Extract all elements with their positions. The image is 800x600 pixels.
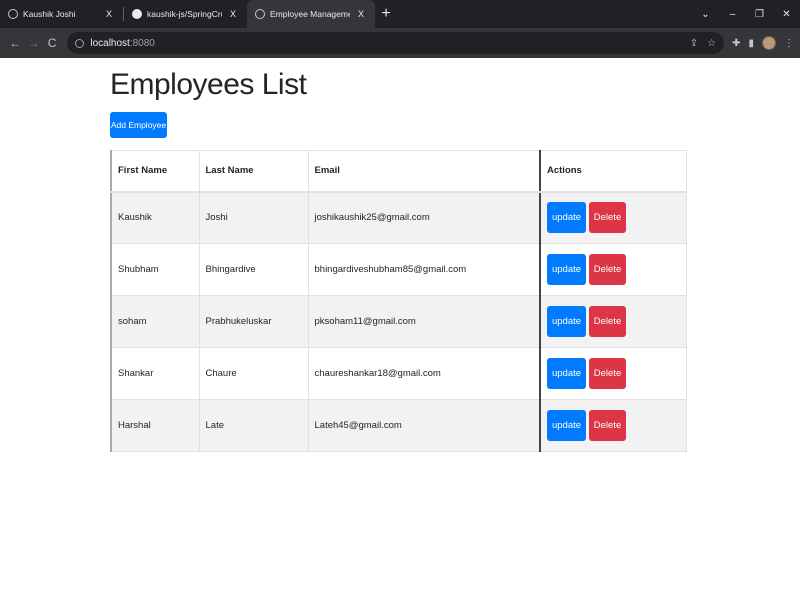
delete-button[interactable]: Delete	[589, 254, 626, 285]
cell-first-name: Harshal	[110, 399, 200, 452]
cell-actions: update Delete	[539, 243, 687, 296]
header-last-name: Last Name	[198, 150, 309, 193]
reload-button[interactable]: C	[43, 36, 61, 50]
extensions-puzzle-icon[interactable]: ✚	[732, 38, 740, 49]
cell-actions: update Delete	[539, 399, 687, 452]
delete-button[interactable]: Delete	[589, 358, 626, 389]
table-row: Harshal Late Lateh45@gmail.com update Del…	[110, 399, 687, 452]
url-port: :8080	[129, 37, 155, 49]
browser-toolbar: ← → C localhost:8080 ⇪ ☆ ✚ ▮ ⋮	[0, 28, 800, 58]
toolbar-icons: ✚ ▮ ⋮	[732, 36, 794, 50]
tab-kaushik-joshi[interactable]: Kaushik Joshi X	[0, 0, 123, 28]
tab-title: Employee Management System	[270, 9, 350, 19]
cell-email: bhingardiveshubham85@gmail.com	[307, 243, 541, 296]
cell-first-name: Kaushik	[110, 191, 200, 244]
back-button[interactable]: ←	[6, 36, 24, 50]
cell-email: chaureshankar18@gmail.com	[307, 347, 541, 400]
update-button[interactable]: update	[547, 358, 586, 389]
tab-title: Kaushik Joshi	[23, 9, 76, 19]
close-window-button[interactable]: ✕	[773, 9, 800, 20]
update-button[interactable]: update	[547, 306, 586, 337]
tab-close-button[interactable]: X	[103, 9, 115, 19]
page-title: Employees List	[110, 68, 307, 101]
update-button[interactable]: update	[547, 254, 586, 285]
cell-first-name: soham	[110, 295, 200, 348]
profile-icon	[8, 9, 18, 19]
bookmark-star-icon[interactable]: ☆	[707, 38, 716, 49]
header-actions: Actions	[539, 150, 687, 193]
cell-first-name: Shankar	[110, 347, 200, 400]
cell-actions: update Delete	[539, 191, 687, 244]
employees-table: First Name Last Name Email Actions Kaush…	[110, 150, 687, 452]
site-info-icon[interactable]	[75, 38, 85, 48]
cell-actions: update Delete	[539, 347, 687, 400]
header-first-name: First Name	[110, 150, 200, 193]
add-employee-button[interactable]: Add Employee	[110, 112, 167, 138]
header-email: Email	[307, 150, 541, 193]
delete-button[interactable]: Delete	[589, 410, 626, 441]
address-bar[interactable]: localhost:8080 ⇪ ☆	[67, 32, 725, 54]
tab-close-button[interactable]: X	[227, 9, 239, 19]
table-row: Shubham Bhingardive bhingardiveshubham85…	[110, 243, 687, 296]
table-row: Shankar Chaure chaureshankar18@gmail.com…	[110, 347, 687, 400]
cell-last-name: Joshi	[198, 191, 309, 244]
tab-title: kaushik-js/SpringCrud-Thymeleaf	[147, 9, 222, 19]
cell-first-name: Shubham	[110, 243, 200, 296]
tab-employee-management[interactable]: Employee Management System X	[247, 0, 375, 28]
globe-icon	[255, 9, 265, 19]
cell-last-name: Bhingardive	[198, 243, 309, 296]
update-button[interactable]: update	[547, 410, 586, 441]
table-header-row: First Name Last Name Email Actions	[110, 150, 687, 193]
cell-actions: update Delete	[539, 295, 687, 348]
delete-button[interactable]: Delete	[589, 306, 626, 337]
new-tab-button[interactable]: +	[375, 0, 397, 28]
forward-button[interactable]: →	[24, 36, 42, 50]
cell-last-name: Late	[198, 399, 309, 452]
url-text[interactable]: localhost:8080	[90, 38, 683, 49]
github-icon	[132, 9, 142, 19]
cell-last-name: Prabhukeluskar	[198, 295, 309, 348]
update-button[interactable]: update	[547, 202, 586, 234]
side-panel-icon[interactable]: ▮	[749, 38, 755, 49]
restore-button[interactable]: ❐	[746, 9, 773, 20]
table-row: soham Prabhukeluskar pksoham11@gmail.com…	[110, 295, 687, 348]
cell-email: Lateh45@gmail.com	[307, 399, 541, 452]
browser-tab-bar: Kaushik Joshi X kaushik-js/SpringCrud-Th…	[0, 0, 800, 28]
url-host: localhost	[90, 37, 130, 49]
profile-avatar-icon[interactable]	[762, 36, 777, 50]
delete-button[interactable]: Delete	[589, 202, 626, 234]
table-row: Kaushik Joshi joshikaushik25@gmail.com u…	[110, 191, 687, 244]
tab-close-button[interactable]: X	[355, 9, 367, 19]
cell-email: pksoham11@gmail.com	[307, 295, 541, 348]
cell-last-name: Chaure	[198, 347, 309, 400]
window-controls: ⌄ – ❐ ✕	[692, 0, 800, 28]
more-menu-icon[interactable]: ⋮	[784, 38, 794, 49]
minimize-button[interactable]: –	[719, 9, 746, 20]
page-content: Employees List Add Employee First Name L…	[0, 58, 800, 600]
tab-github-repo[interactable]: kaushik-js/SpringCrud-Thymeleaf X	[124, 0, 247, 28]
tab-search-icon[interactable]: ⌄	[692, 9, 719, 20]
omnibox-icons: ⇪ ☆	[690, 38, 716, 49]
cell-email: joshikaushik25@gmail.com	[307, 191, 541, 244]
share-icon[interactable]: ⇪	[690, 38, 698, 49]
